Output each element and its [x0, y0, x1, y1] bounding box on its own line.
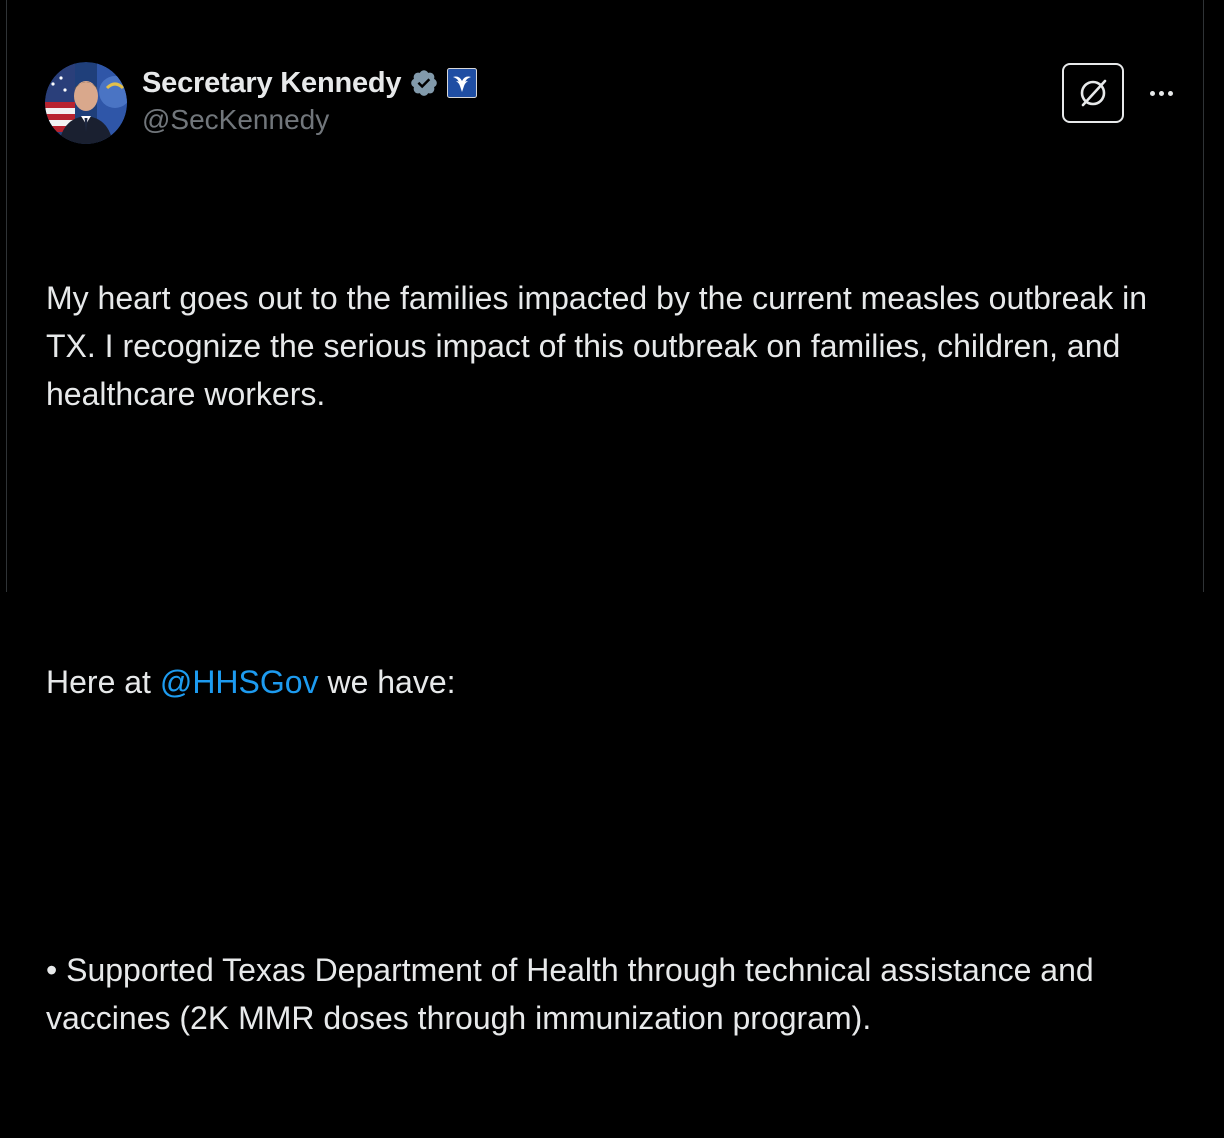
author-handle[interactable]: @SecKennedy [142, 104, 329, 136]
tweet-text-fragment: we have: [318, 664, 456, 700]
verified-badge-icon[interactable] [409, 68, 439, 98]
avatar[interactable] [45, 62, 127, 144]
tweet-text: My heart goes out to the families impact… [46, 178, 1156, 1138]
more-dots-icon [1149, 90, 1155, 96]
author-name-row: Secretary Kennedy [142, 64, 478, 102]
grok-slash-icon [1080, 79, 1107, 107]
more-dots-icon [1158, 90, 1164, 96]
avatar-image [45, 62, 127, 144]
tweet-bullet: • Supported Texas Department of Health t… [46, 952, 1103, 1036]
grok-button[interactable] [1062, 63, 1124, 123]
hhs-eagle-icon[interactable] [447, 68, 478, 98]
author-display-name[interactable]: Secretary Kennedy [142, 67, 402, 100]
tweet-text-fragment: Here at [46, 664, 160, 700]
tweet-card: Secretary Kennedy @SecKennedy My heart g… [6, 0, 1204, 1036]
tweet-paragraph: My heart goes out to the families impact… [46, 280, 1156, 412]
more-options-button[interactable] [1141, 80, 1181, 106]
mention-link[interactable]: @HHSGov [160, 664, 319, 700]
more-dots-icon [1167, 90, 1173, 96]
tweet-paragraph: Here at @HHSGov we have: [46, 658, 1156, 706]
